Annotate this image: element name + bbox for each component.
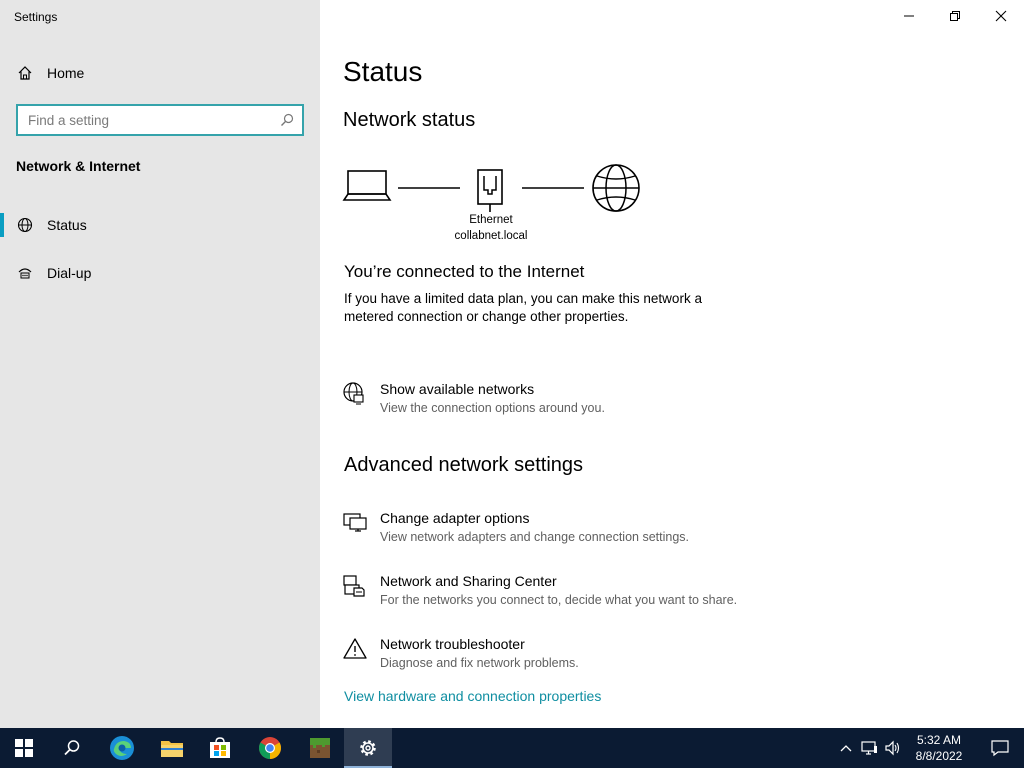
search-placeholder: Find a setting: [28, 113, 110, 128]
link-description: Diagnose and fix network problems.: [380, 656, 579, 670]
store-icon: [210, 737, 230, 758]
connection-status-text-2: metered connection or change other prope…: [344, 309, 629, 324]
network-name: collabnet.local: [454, 230, 528, 242]
folder-icon: [161, 741, 183, 757]
network-and-sharing-center[interactable]: Network and Sharing Center For the netwo…: [342, 573, 842, 617]
clock-time: 5:32 AM: [916, 733, 962, 747]
link-description: View network adapters and change connect…: [380, 530, 689, 544]
connection-status-text-1: If you have a limited data plan, you can…: [344, 291, 702, 306]
view-hardware-properties-link[interactable]: View hardware and connection properties: [344, 688, 601, 704]
settings-taskbar-button[interactable]: [344, 728, 392, 768]
sidebar-item-status[interactable]: Status: [0, 205, 320, 245]
speaker-icon: [885, 740, 900, 756]
volume-tray-button[interactable]: [882, 728, 906, 768]
main-content: Status Network status Ethernet collabnet…: [320, 0, 1024, 728]
sidebar-item-label: Home: [47, 65, 85, 81]
advanced-settings-heading: Advanced network settings: [344, 454, 584, 476]
sidebar: Settings Home Find a setting Network & I…: [0, 0, 320, 728]
windows-logo-icon: [15, 739, 33, 757]
globe-status-icon: [17, 217, 33, 233]
search-icon: [64, 740, 80, 756]
link-title: Network and Sharing Center: [380, 573, 557, 589]
store-button[interactable]: [196, 728, 244, 768]
dial-up-icon: [17, 265, 33, 281]
file-explorer-button[interactable]: [148, 728, 196, 768]
gear-icon: [360, 740, 376, 756]
internet-globe-icon: [592, 164, 640, 212]
page-title: Status: [343, 56, 423, 87]
clock-date: 8/8/2022: [915, 749, 963, 763]
sidebar-item-home[interactable]: Home: [0, 56, 320, 90]
search-input[interactable]: Find a setting: [16, 104, 304, 136]
network-tray-button[interactable]: [858, 728, 882, 768]
minimize-icon: [904, 15, 914, 17]
show-available-networks[interactable]: Show available networks View the connect…: [342, 381, 842, 425]
connection-status-title: You’re connected to the Internet: [344, 262, 585, 281]
grass-block-icon: [310, 738, 330, 758]
network-tray-icon: [861, 741, 877, 755]
show-hidden-icons-button[interactable]: [834, 728, 858, 768]
start-button[interactable]: [0, 728, 48, 768]
sharing-center-icon: [342, 573, 368, 599]
notification-icon: [991, 740, 1009, 757]
link-description: View the connection options around you.: [380, 401, 605, 415]
taskbar: 5:32 AM 8/8/2022: [0, 728, 1024, 768]
restore-button[interactable]: [932, 0, 978, 32]
warning-icon: [342, 636, 368, 662]
adapter-icon: [342, 510, 368, 536]
link-title: Network troubleshooter: [380, 636, 525, 652]
link-description: For the networks you connect to, decide …: [380, 593, 738, 607]
chrome-button[interactable]: [246, 728, 294, 768]
edge-icon: [110, 736, 134, 760]
close-button[interactable]: [978, 0, 1024, 32]
minecraft-button[interactable]: [296, 728, 344, 768]
section-heading: Network & Internet: [16, 158, 141, 174]
network-status-heading: Network status: [343, 109, 476, 131]
sidebar-item-label: Dial-up: [47, 265, 92, 281]
chrome-icon: [259, 737, 281, 759]
selected-indicator: [0, 213, 4, 237]
restore-icon: [950, 11, 960, 21]
search-taskbar-button[interactable]: [48, 728, 96, 768]
network-troubleshooter[interactable]: Network troubleshooter Diagnose and fix …: [342, 636, 842, 680]
change-adapter-options[interactable]: Change adapter options View network adap…: [342, 510, 842, 554]
window-title: Settings: [14, 10, 58, 24]
sidebar-item-label: Status: [47, 217, 87, 233]
ethernet-icon: [477, 169, 503, 212]
chevron-up-icon: [840, 745, 852, 752]
action-center-button[interactable]: [976, 728, 1024, 768]
clock[interactable]: 5:32 AM 8/8/2022: [904, 732, 974, 764]
laptop-icon: [342, 170, 392, 201]
minimize-button[interactable]: [886, 0, 932, 32]
search-icon[interactable]: [280, 113, 294, 127]
adapter-name: Ethernet: [469, 214, 513, 226]
edge-button[interactable]: [98, 728, 146, 768]
link-title: Change adapter options: [380, 510, 530, 526]
sidebar-item-dial-up[interactable]: Dial-up: [0, 253, 320, 293]
link-title: Show available networks: [380, 381, 535, 397]
close-icon: [995, 10, 1007, 22]
available-networks-icon: [342, 381, 368, 407]
home-icon: [17, 65, 33, 81]
